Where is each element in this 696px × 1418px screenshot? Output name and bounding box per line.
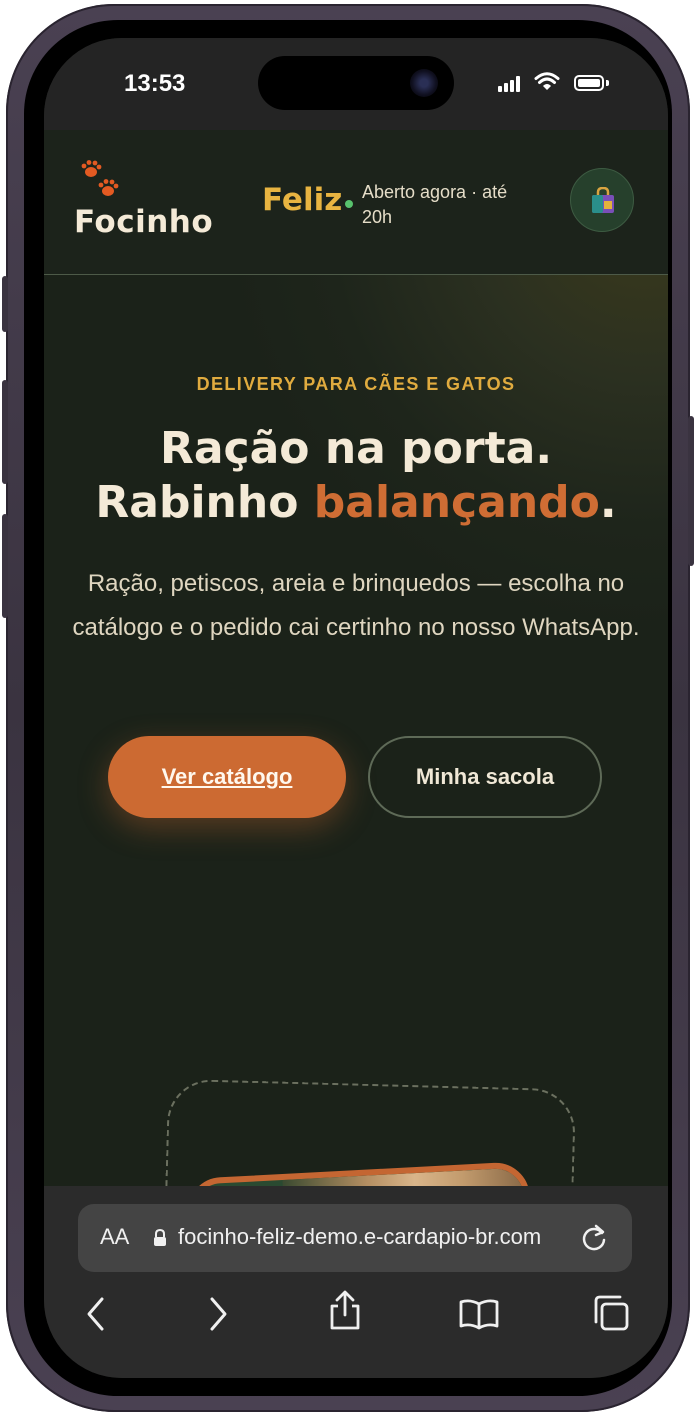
bookmarks-icon[interactable] [458,1298,500,1330]
text-size-label: AA [100,1224,130,1249]
power-button [688,416,694,566]
status-time: 13:53 [124,70,186,97]
hero-lead-text: Ração, petiscos, areia e brinquedos — es… [72,570,640,641]
battery-icon [574,75,604,91]
hero-eyebrow: DELIVERY PARA CÃES E GATOS [196,374,516,394]
open-status-dot [345,200,353,208]
open-status-text: Aberto agora · até 20h [362,182,508,227]
address-bar[interactable]: AA focinho-feliz-demo.e-cardapio-br.com [78,1204,632,1272]
screen: 13:53 Focinho Feliz Aberto agora · até 2… [44,38,668,1378]
headline-line-2-end: . [599,477,617,528]
lock-icon [154,1228,166,1246]
share-icon[interactable] [328,1290,362,1330]
logo-word-focinho[interactable]: Focinho [74,204,213,240]
volume-up-button [2,380,8,484]
bag-button[interactable] [570,168,634,232]
headline-accent-word: balançando [313,477,600,528]
web-page: Focinho Feliz Aberto agora · até 20h DEL… [44,130,668,1331]
site-header: Focinho Feliz Aberto agora · até 20h [44,130,668,275]
battery-tip [606,80,609,86]
my-bag-button[interactable]: Minha sacola [368,736,602,818]
shopping-bag-icon [592,187,614,213]
reload-icon[interactable] [580,1222,610,1254]
hero-headline: Ração na porta. Rabinho balançando. [44,422,668,530]
phone-frame: 13:53 Focinho Feliz Aberto agora · até 2… [2,4,694,1412]
status-bar: 13:53 [44,38,668,130]
front-camera-icon [410,69,438,97]
tabs-icon[interactable] [592,1294,630,1332]
action-button [2,276,8,332]
headline-line-1: Ração na porta. [159,423,553,474]
logo-word-feliz[interactable]: Feliz [262,182,342,218]
back-icon[interactable] [84,1296,108,1332]
dynamic-island [258,56,454,110]
url-text[interactable]: focinho-feliz-demo.e-cardapio-br.com [178,1224,570,1250]
wifi-icon [534,72,560,90]
volume-down-button [2,514,8,618]
view-catalog-button[interactable]: Ver catálogo [108,736,346,818]
text-size-button[interactable]: AA [100,1224,129,1250]
paw-prints-icon [81,160,119,196]
headline-line-2-start: Rabinho [95,477,314,528]
headline-line-2: Rabinho balançando. [44,476,668,530]
browser-toolbar: AA focinho-feliz-demo.e-cardapio-br.com [44,1186,668,1378]
forward-icon[interactable] [206,1296,230,1332]
